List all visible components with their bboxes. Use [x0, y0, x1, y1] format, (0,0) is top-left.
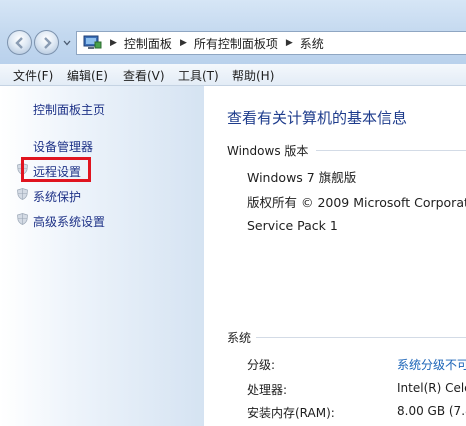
breadcrumb-separator-icon[interactable]: ▶	[110, 38, 117, 48]
windows-edition-heading: Windows 版本	[227, 144, 309, 158]
page-title: 查看有关计算机的基本信息	[227, 109, 408, 127]
rating-link[interactable]: 系统分级不可	[397, 356, 466, 373]
breadcrumb-item-control-panel[interactable]: 控制面板	[124, 35, 172, 52]
shield-icon	[17, 188, 28, 200]
breadcrumb-separator-icon[interactable]: ▶	[286, 38, 293, 48]
processor-value: Intel(R) Cele	[397, 381, 466, 395]
advanced-system-settings-link[interactable]: 高级系统设置	[33, 213, 105, 230]
title-bar: ▶ 控制面板 ▶ 所有控制面板项 ▶ 系统	[0, 0, 466, 64]
menu-file[interactable]: 文件(F)	[13, 67, 53, 84]
address-bar[interactable]: ▶ 控制面板 ▶ 所有控制面板项 ▶ 系统	[76, 31, 466, 55]
windows-edition: Windows 7 旗舰版	[247, 170, 357, 185]
main-content: 查看有关计算机的基本信息 Windows 版本 Windows 7 旗舰版 版权…	[204, 86, 466, 426]
service-pack: Service Pack 1	[247, 218, 338, 233]
ram-label: 安装内存(RAM):	[247, 406, 335, 420]
system-heading: 系统	[227, 331, 252, 345]
processor-label: 处理器:	[247, 383, 288, 397]
recent-pages-dropdown-icon[interactable]	[62, 38, 72, 48]
rating-label: 分级:	[247, 358, 276, 372]
menu-edit[interactable]: 编辑(E)	[67, 67, 108, 84]
task-pane	[0, 86, 204, 426]
copyright-text: 版权所有 © 2009 Microsoft Corporatio	[247, 195, 466, 210]
menu-help[interactable]: 帮助(H)	[232, 67, 274, 84]
breadcrumb-item-system[interactable]: 系统	[300, 35, 324, 52]
arrow-left-icon	[15, 37, 23, 49]
system-protection-link[interactable]: 系统保护	[33, 188, 81, 205]
control-panel-icon	[83, 35, 102, 49]
shield-icon	[17, 213, 28, 225]
menu-tools[interactable]: 工具(T)	[178, 67, 219, 84]
menu-bar: 文件(F) 编辑(E) 查看(V) 工具(T) 帮助(H)	[0, 64, 466, 86]
device-manager-link[interactable]: 设备管理器	[33, 138, 93, 155]
highlight-box	[21, 157, 91, 182]
section-divider	[256, 337, 466, 338]
control-panel-home-link[interactable]: 控制面板主页	[33, 101, 105, 118]
menu-view[interactable]: 查看(V)	[123, 67, 165, 84]
forward-button[interactable]	[34, 30, 59, 55]
ram-value: 8.00 GB (7.8	[397, 404, 466, 418]
breadcrumb-item-all-items[interactable]: 所有控制面板项	[194, 35, 278, 52]
back-button[interactable]	[7, 30, 32, 55]
section-divider	[316, 150, 466, 151]
arrow-right-icon	[44, 37, 52, 49]
breadcrumb-separator-icon[interactable]: ▶	[180, 38, 187, 48]
